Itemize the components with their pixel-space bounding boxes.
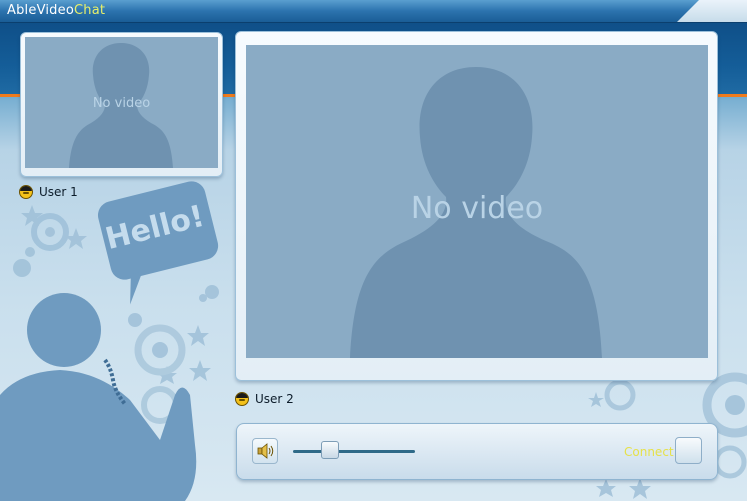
title-bar: AbleVideoChat	[0, 0, 747, 23]
hello-bubble-text: Hello!	[102, 198, 208, 257]
user-avatar-icon	[235, 392, 249, 406]
remote-video-placeholder: No video	[410, 191, 544, 226]
local-video-placeholder: No video	[92, 96, 151, 111]
accent-line-mid	[222, 94, 236, 97]
speaker-button[interactable]	[252, 438, 278, 464]
user-2-label: User 2	[235, 392, 294, 406]
connect-label[interactable]: Connect	[624, 445, 674, 459]
user-avatar-icon	[19, 185, 33, 199]
brand-video: Video	[36, 3, 74, 18]
brand-chat: Chat	[74, 3, 106, 18]
user-1-label: User 1	[19, 185, 78, 199]
app-window: AbleVideoChat Hello! No video User 1 No …	[0, 0, 747, 501]
volume-slider-thumb[interactable]	[320, 441, 339, 459]
accent-line-left	[0, 94, 22, 97]
volume-slider-track[interactable]	[293, 450, 415, 453]
control-bar: Connect	[236, 423, 718, 480]
connect-button[interactable]	[675, 437, 702, 464]
remote-video: No video	[246, 45, 708, 358]
user-2-name: User 2	[255, 392, 294, 406]
user-1-name: User 1	[39, 185, 78, 199]
brand-able: Able	[7, 3, 37, 18]
local-video: No video	[25, 37, 218, 168]
title-bar-tab	[677, 0, 747, 22]
speaker-icon	[257, 443, 274, 459]
accent-line-right	[716, 94, 747, 97]
app-brand: AbleVideoChat	[7, 3, 105, 18]
